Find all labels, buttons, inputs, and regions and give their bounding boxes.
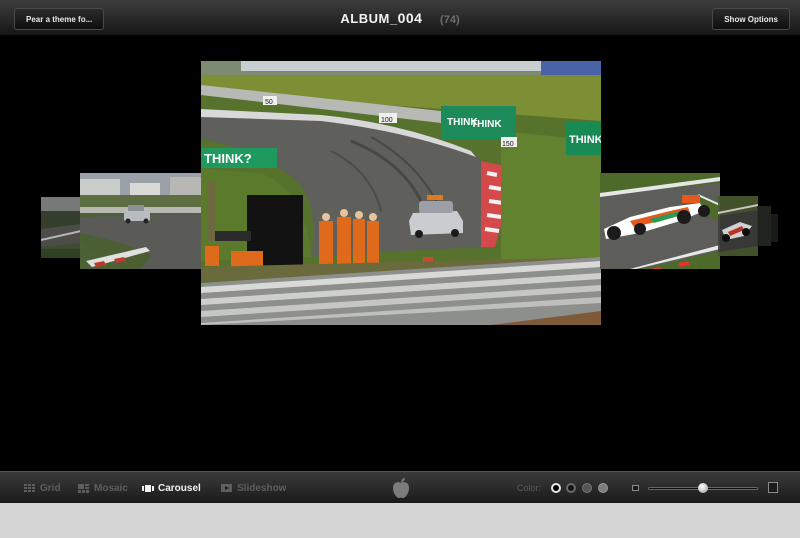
carousel-photo-left-far[interactable] [41,197,81,258]
bottom-toolbar: Grid Mosaic Carousel Slideshow Color: [0,471,800,503]
view-tab-slideshow-label: Slideshow [237,482,287,494]
carousel-photo-right[interactable] [600,173,720,269]
top-toolbar: Pear a theme fo... ALBUM_004 (74) Show O… [0,0,800,36]
view-tab-grid[interactable]: Grid [24,481,61,495]
view-tab-grid-label: Grid [40,482,61,494]
sign-think-left: THINK? [204,151,252,166]
mosaic-icon [78,483,90,493]
view-tab-carousel-label: Carousel [158,482,201,494]
color-swatch-gray[interactable] [582,483,592,493]
view-tab-slideshow[interactable]: Slideshow [221,481,286,495]
small-size-icon[interactable] [632,485,639,491]
view-tab-mosaic-label: Mosaic [94,482,128,494]
view-tab-carousel[interactable]: Carousel [142,481,201,495]
sign-think-mid2: THINK [471,119,502,130]
carousel-stage: THINK THINK THINK: 50 100 150 THINK? [0,36,800,471]
grid-icon [24,483,36,493]
color-swatch-light[interactable] [598,483,608,493]
marker-150: 150 [502,141,514,148]
marker-50: 50 [265,99,273,106]
carousel-photo-left[interactable] [80,173,202,269]
color-label: Color: [517,483,542,493]
carousel-app: Pear a theme fo... ALBUM_004 (74) Show O… [0,0,800,538]
carousel-icon [142,484,154,493]
album-name: ALBUM_004 [340,10,423,26]
show-options-button[interactable]: Show Options [712,8,790,30]
apple-logo-icon [392,477,410,499]
color-swatch-dark[interactable] [566,483,576,493]
album-photo-count: (74) [440,14,460,26]
view-tab-mosaic[interactable]: Mosaic [78,481,128,495]
carousel-photo-right-stack-1[interactable] [757,206,771,246]
carousel-photo-main[interactable]: THINK THINK THINK: 50 100 150 THINK? [201,61,601,325]
carousel-photo-right-stack-2[interactable] [770,214,778,242]
sign-think-right: THINK: [569,134,601,146]
album-name-number: 004 [397,10,423,26]
album-name-prefix: ALBUM_ [340,11,398,26]
thumbnail-size-slider-thumb[interactable] [698,483,708,493]
color-swatch-black[interactable] [551,483,561,493]
footer-bar [0,503,800,538]
album-title: ALBUM_004 (74) [0,10,800,26]
slideshow-icon [221,483,233,493]
carousel-photo-right-far[interactable] [718,196,758,256]
large-size-icon[interactable] [768,482,778,493]
marker-100: 100 [381,117,393,124]
